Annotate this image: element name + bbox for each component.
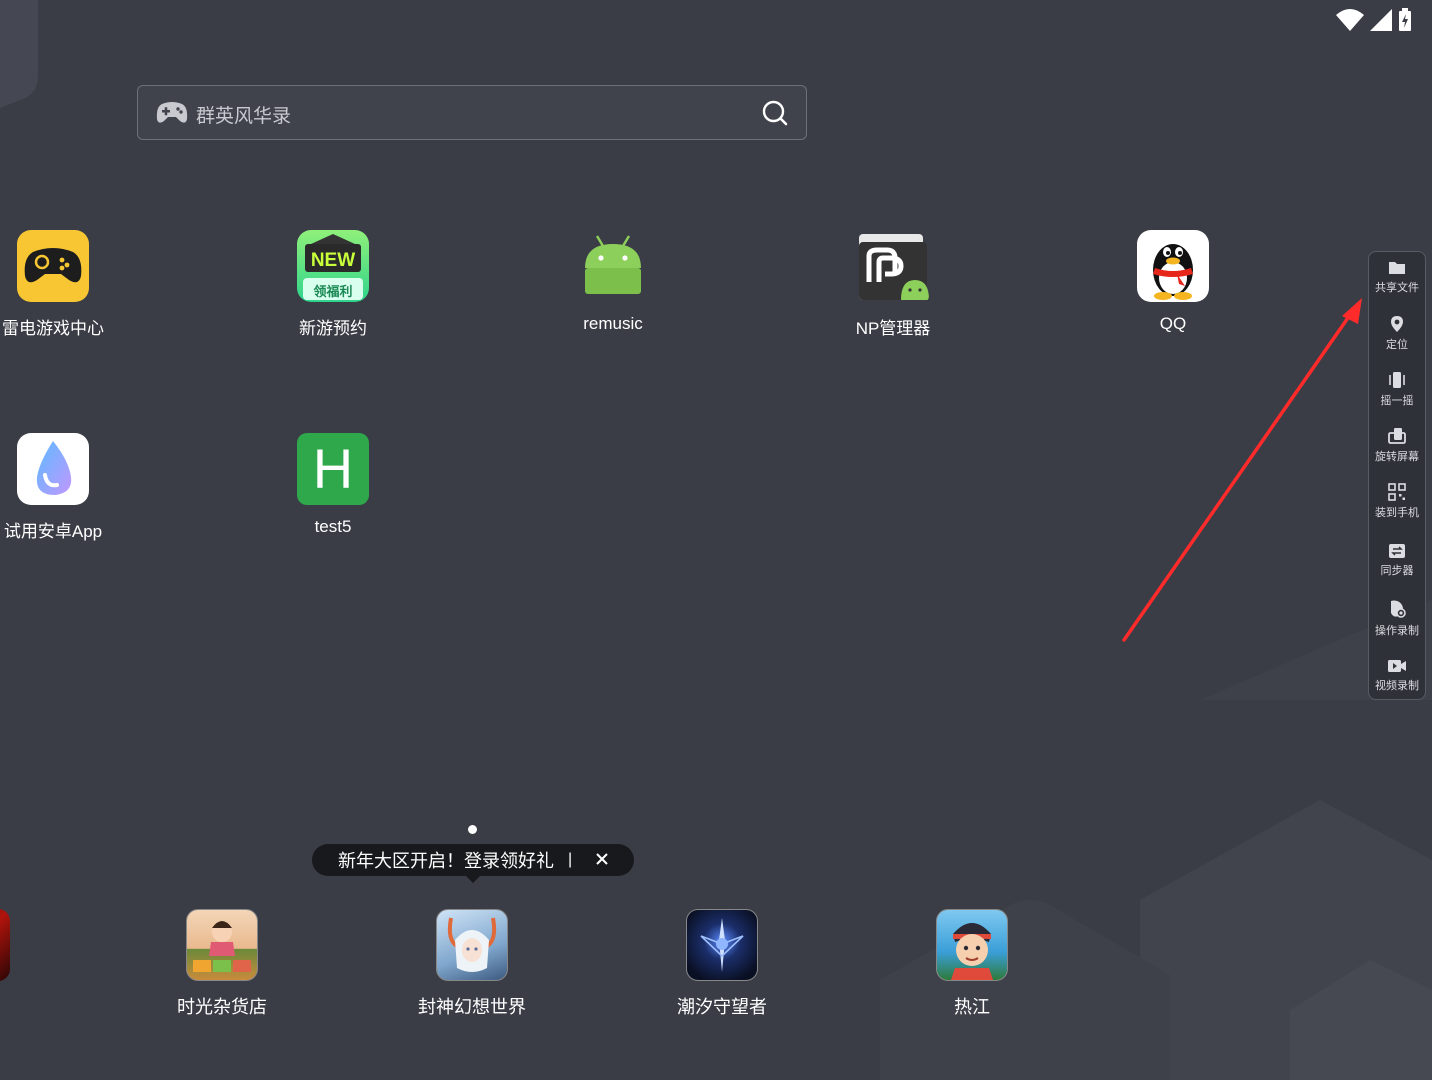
side-toolbar: 共享文件 定位 摇一摇 旋转屏幕 装到手机 同步器 操作录制 视频录制 xyxy=(1368,251,1426,700)
app-new-game-reservation[interactable]: NEW 领福利 新游预约 xyxy=(253,230,413,339)
promo-tooltip[interactable]: 新年大区开启！登录领好礼 | xyxy=(312,844,634,883)
dock-label: 热江 xyxy=(954,997,990,1017)
welfare-badge-text: 领福利 xyxy=(313,284,352,300)
fengshen-game-icon xyxy=(436,909,508,981)
app-label: test5 xyxy=(314,517,352,536)
page-indicator-dot[interactable] xyxy=(468,825,477,834)
annotation-arrow xyxy=(1122,298,1362,642)
promo-text: 新年大区开启！登录领好礼 xyxy=(338,851,554,871)
toolbar-video-record[interactable]: 视频录制 xyxy=(1369,658,1425,693)
app-label: QQ xyxy=(1159,314,1187,333)
app-remusic[interactable]: remusic xyxy=(533,230,693,334)
rotate-screen-icon xyxy=(1388,428,1406,444)
rejiang-game-icon xyxy=(936,909,1008,981)
toolbar-label: 同步器 xyxy=(1380,565,1414,577)
location-pin-icon xyxy=(1391,316,1403,332)
video-record-icon xyxy=(1388,660,1406,672)
np-manager-app-icon xyxy=(857,230,929,302)
dock-label: 时光杂货店 xyxy=(177,997,267,1017)
dock-game-rejiang[interactable]: 热江 xyxy=(892,909,1052,1019)
android-robot-icon xyxy=(577,230,649,302)
app-test5[interactable]: H test5 xyxy=(253,433,413,537)
gamepad-icon xyxy=(156,102,188,123)
toolbar-label: 定位 xyxy=(1386,339,1408,351)
battery-charging-icon xyxy=(1399,8,1411,31)
letter-h-app-icon: H xyxy=(297,433,369,505)
water-drop-app-icon xyxy=(17,433,89,505)
tooltip-pointer xyxy=(466,876,480,883)
search-bar[interactable]: 群英风华录 xyxy=(137,85,807,140)
app-label: 雷电游戏中心 xyxy=(2,319,104,338)
toolbar-macro-record[interactable]: 操作录制 xyxy=(1369,599,1425,638)
dock-label: 潮汐守望者 xyxy=(677,997,767,1017)
app-label: remusic xyxy=(583,314,643,333)
qr-code-icon xyxy=(1388,483,1406,501)
toolbar-shared-files[interactable]: 共享文件 xyxy=(1369,260,1425,295)
app-label: NP管理器 xyxy=(855,319,931,338)
new-badge-text: NEW xyxy=(311,250,355,271)
promo-separator: | xyxy=(568,851,573,868)
app-label: 试用安卓App xyxy=(3,522,103,541)
wifi-icon xyxy=(1336,9,1364,31)
shake-phone-icon xyxy=(1389,372,1405,388)
folder-icon xyxy=(1389,262,1405,274)
dock-game-fengshen-fantasy[interactable]: 封神幻想世界 xyxy=(392,909,552,1019)
gamepad-app-icon xyxy=(17,230,89,302)
app-leidian-game-center[interactable]: 雷电游戏中心 xyxy=(0,230,133,339)
toolbar-label: 装到手机 xyxy=(1375,507,1419,519)
new-badge-app-icon: NEW 领福利 xyxy=(297,230,369,302)
status-bar xyxy=(1336,8,1412,32)
toolbar-synchronizer[interactable]: 同步器 xyxy=(1369,543,1425,578)
dock-label: 封神幻想世界 xyxy=(418,997,526,1017)
dock-partial-app-icon[interactable] xyxy=(0,909,10,981)
dock-game-shiguang-grocery[interactable]: 时光杂货店 xyxy=(142,909,302,1019)
app-glyph: H xyxy=(312,437,354,500)
dock-game-chaoxi-watcher[interactable]: 潮汐守望者 xyxy=(642,909,802,1019)
app-label: 新游预约 xyxy=(299,319,367,338)
toolbar-location[interactable]: 定位 xyxy=(1369,315,1425,352)
search-icon[interactable] xyxy=(762,100,788,126)
toolbar-label: 操作录制 xyxy=(1375,625,1419,637)
sync-icon xyxy=(1389,544,1405,558)
app-np-manager[interactable]: NP管理器 xyxy=(813,230,973,339)
toolbar-install-to-phone[interactable]: 装到手机 xyxy=(1369,483,1425,520)
toolbar-label: 摇一摇 xyxy=(1380,395,1414,407)
toolbar-label: 旋转屏幕 xyxy=(1375,451,1419,463)
close-icon[interactable] xyxy=(594,851,610,867)
app-try-android-app[interactable]: 试用安卓App xyxy=(0,433,133,542)
toolbar-label: 视频录制 xyxy=(1375,680,1419,692)
chaoxi-game-icon xyxy=(686,909,758,981)
macro-record-icon xyxy=(1391,600,1406,618)
toolbar-shake[interactable]: 摇一摇 xyxy=(1369,371,1425,408)
app-qq[interactable]: QQ xyxy=(1093,230,1253,334)
qq-penguin-icon xyxy=(1137,230,1209,302)
toolbar-rotate-screen[interactable]: 旋转屏幕 xyxy=(1369,427,1425,464)
grocery-game-icon xyxy=(186,909,258,981)
search-placeholder: 群英风华录 xyxy=(196,106,292,127)
cellular-signal-icon xyxy=(1370,9,1392,31)
toolbar-label: 共享文件 xyxy=(1375,282,1419,294)
